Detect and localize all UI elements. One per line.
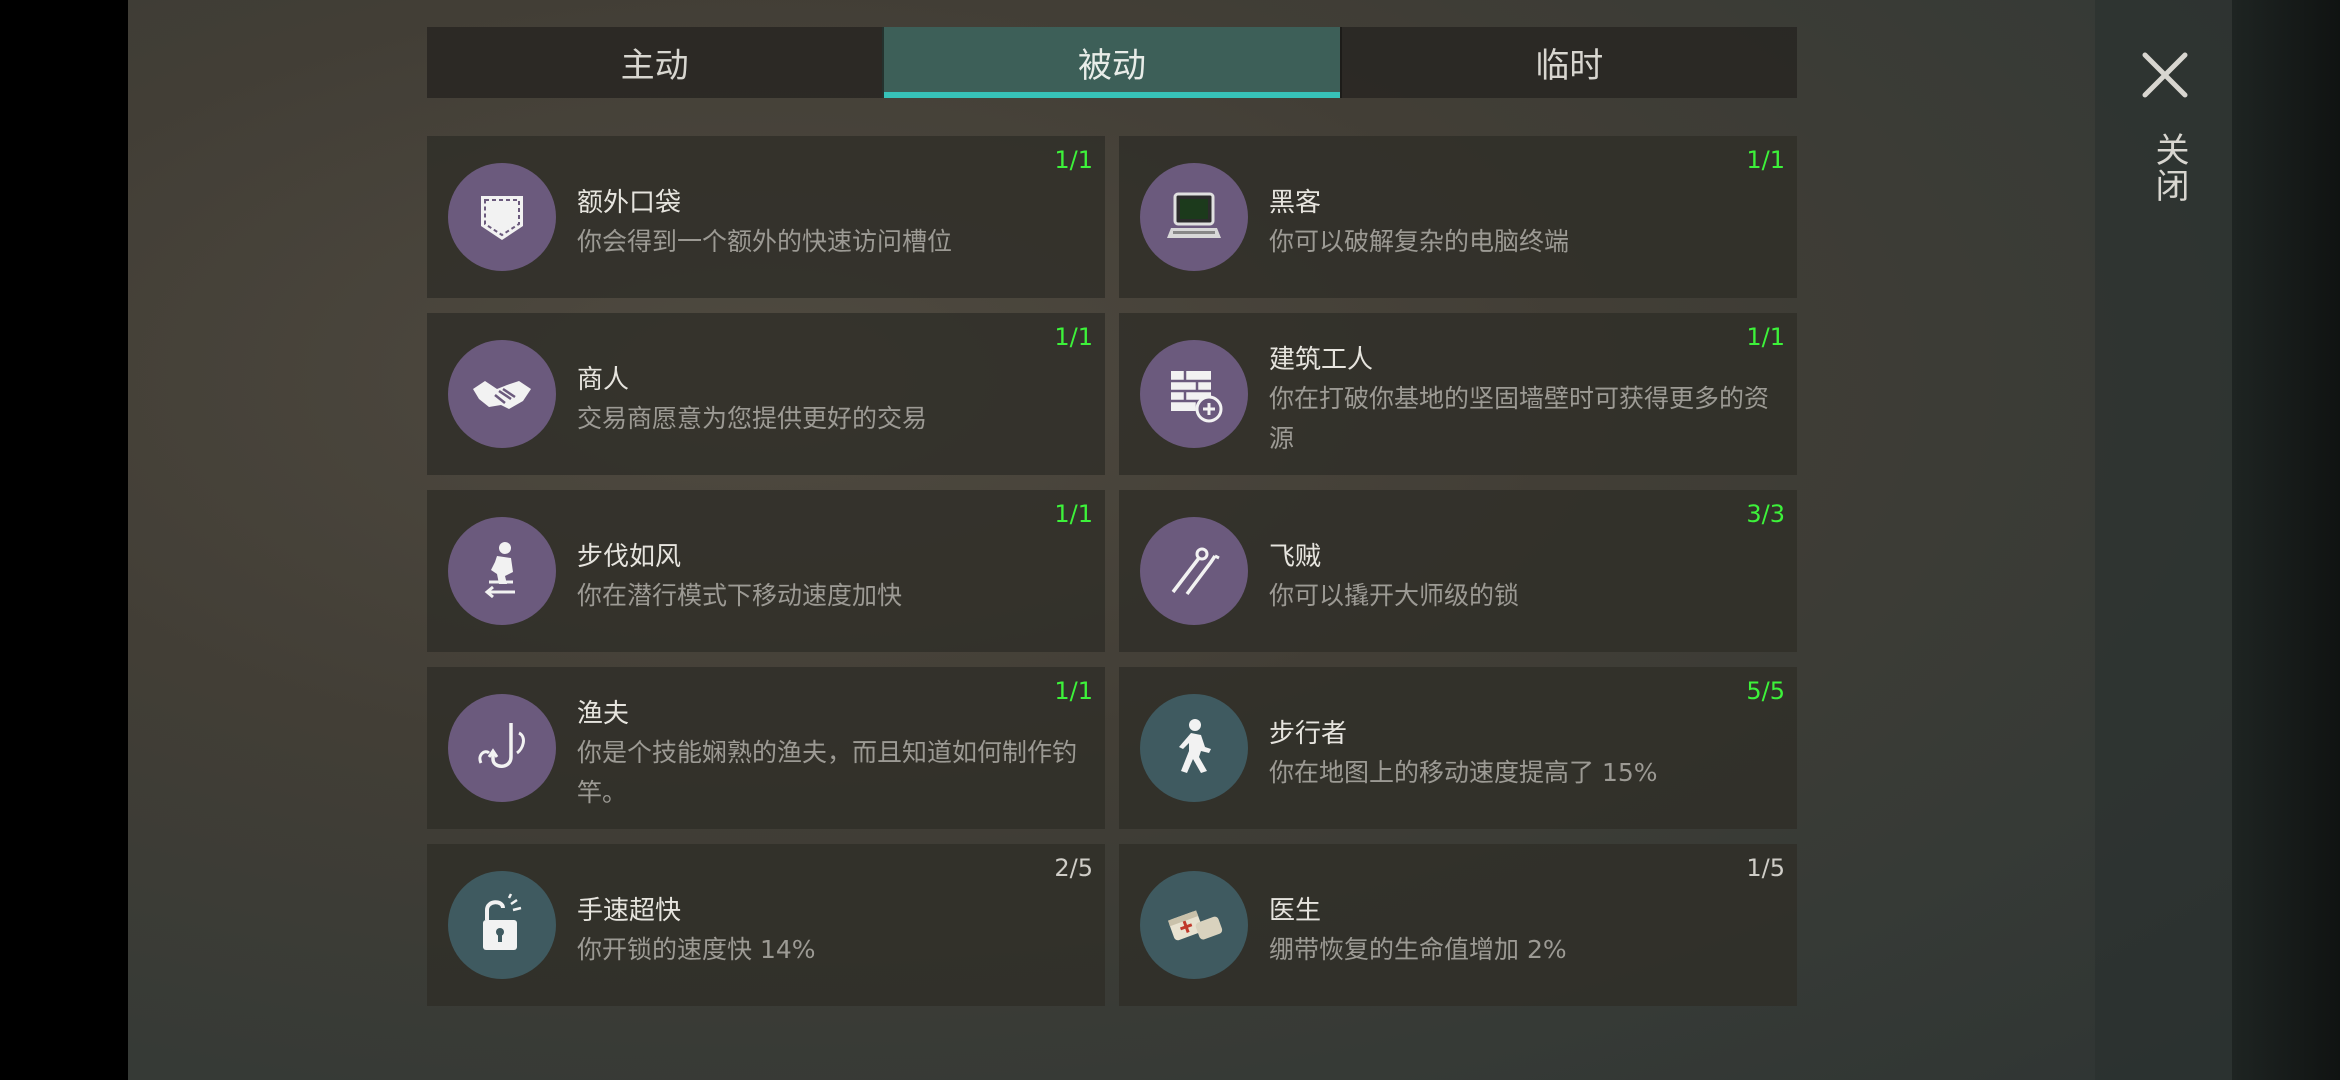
skill-title: 步伐如风 [577, 542, 682, 572]
skill-card-doctor[interactable]: 医生 绷带恢复的生命值增加 2% 1/5 [1119, 844, 1797, 1006]
skill-card-merchant[interactable]: 商人 交易商愿意为您提供更好的交易 1/1 [427, 313, 1105, 475]
skill-title: 手速超快 [577, 896, 682, 926]
fishhook-icon [448, 694, 556, 802]
skill-description: 你在潜行模式下移动速度加快 [577, 581, 903, 610]
skill-level-count: 1/1 [1054, 323, 1093, 351]
skill-card-quick-hands[interactable]: 手速超快 你开锁的速度快 14% 2/5 [427, 844, 1105, 1006]
sneak-icon [448, 517, 556, 625]
skill-description: 你开锁的速度快 14% [577, 935, 816, 964]
skill-level-count: 1/1 [1054, 146, 1093, 174]
skill-level-count: 1/5 [1746, 854, 1785, 882]
screen-edge [2232, 0, 2340, 1080]
close-icon[interactable] [2140, 50, 2190, 100]
skill-description: 你在地图上的移动速度提高了 15% [1269, 758, 1658, 787]
skill-card-walker[interactable]: 步行者 你在地图上的移动速度提高了 15% 5/5 [1119, 667, 1797, 829]
skill-description: 你是个技能娴熟的渔夫，而且知道如何制作钓竿。 [577, 738, 1078, 807]
unlock-icon [448, 871, 556, 979]
skill-card-light-step[interactable]: 步伐如风 你在潜行模式下移动速度加快 1/1 [427, 490, 1105, 652]
skill-title: 额外口袋 [577, 188, 682, 218]
skill-level-count: 5/5 [1746, 677, 1785, 705]
pocket-icon [448, 163, 556, 271]
walker-icon [1140, 694, 1248, 802]
skill-card-hacker[interactable]: 黑客 你可以破解复杂的电脑终端 1/1 [1119, 136, 1797, 298]
bandage-icon [1140, 871, 1248, 979]
skill-title: 渔夫 [577, 699, 630, 729]
skill-title: 医生 [1269, 896, 1322, 926]
skill-description: 你可以撬开大师级的锁 [1269, 581, 1520, 610]
skill-card-fisherman[interactable]: 渔夫 你是个技能娴熟的渔夫，而且知道如何制作钓竿。 1/1 [427, 667, 1105, 829]
skill-title: 商人 [577, 365, 630, 395]
skill-level-count: 3/3 [1746, 500, 1785, 528]
brick-wall-plus-icon [1140, 340, 1248, 448]
skill-level-count: 2/5 [1054, 854, 1093, 882]
screen: 主动 被动 临时 额外口袋 你会得到一个额外的快速访问槽位 1/1 黑客 你可以… [0, 0, 2340, 1080]
skill-title: 飞贼 [1269, 542, 1322, 572]
skill-title: 步行者 [1269, 719, 1348, 749]
tab-active-skills[interactable]: 主动 [427, 27, 883, 98]
skill-description: 绷带恢复的生命值增加 2% [1269, 935, 1567, 964]
skill-title: 建筑工人 [1269, 345, 1374, 375]
skill-level-count: 1/1 [1746, 146, 1785, 174]
skill-tabs: 主动 被动 临时 [427, 27, 1797, 98]
skill-level-count: 1/1 [1054, 677, 1093, 705]
skill-description: 你会得到一个额外的快速访问槽位 [577, 227, 953, 256]
handshake-icon [448, 340, 556, 448]
computer-terminal-icon [1140, 163, 1248, 271]
skill-level-count: 1/1 [1746, 323, 1785, 351]
skill-description: 交易商愿意为您提供更好的交易 [577, 404, 928, 433]
skill-card-burglar[interactable]: 飞贼 你可以撬开大师级的锁 3/3 [1119, 490, 1797, 652]
skill-description: 你在打破你基地的坚固墙壁时可获得更多的资源 [1269, 384, 1770, 453]
tab-passive-skills[interactable]: 被动 [882, 27, 1340, 98]
skill-description: 你可以破解复杂的电脑终端 [1269, 227, 1570, 256]
tab-temporary-skills[interactable]: 临时 [1339, 27, 1797, 98]
lockpick-icon [1140, 517, 1248, 625]
close-button-label[interactable]: 关闭 [2145, 132, 2194, 204]
skill-card-extra-pocket[interactable]: 额外口袋 你会得到一个额外的快速访问槽位 1/1 [427, 136, 1105, 298]
skill-level-count: 1/1 [1054, 500, 1093, 528]
skill-title: 黑客 [1269, 188, 1322, 218]
skill-card-builder[interactable]: 建筑工人 你在打破你基地的坚固墙壁时可获得更多的资源 1/1 [1119, 313, 1797, 475]
